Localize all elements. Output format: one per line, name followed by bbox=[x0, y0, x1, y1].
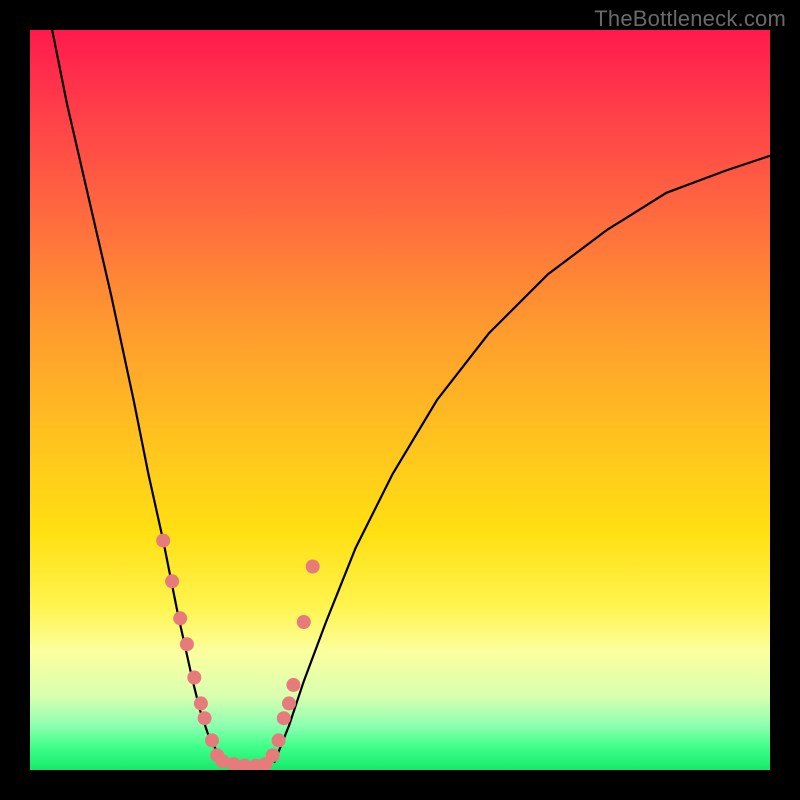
left-curve bbox=[52, 30, 222, 763]
right-curve bbox=[274, 156, 770, 763]
data-point bbox=[198, 711, 212, 725]
data-point bbox=[180, 637, 194, 651]
data-point bbox=[156, 534, 170, 548]
data-point bbox=[297, 615, 311, 629]
data-dots bbox=[156, 534, 320, 770]
data-point bbox=[277, 711, 291, 725]
data-point bbox=[286, 678, 300, 692]
data-point bbox=[173, 611, 187, 625]
data-point bbox=[165, 574, 179, 588]
watermark-text: TheBottleneck.com bbox=[594, 6, 786, 32]
data-point bbox=[272, 733, 286, 747]
data-point bbox=[194, 696, 208, 710]
data-point bbox=[282, 696, 296, 710]
bottleneck-chart bbox=[30, 30, 770, 770]
data-point bbox=[205, 733, 219, 747]
data-point bbox=[306, 560, 320, 574]
data-point bbox=[187, 671, 201, 685]
